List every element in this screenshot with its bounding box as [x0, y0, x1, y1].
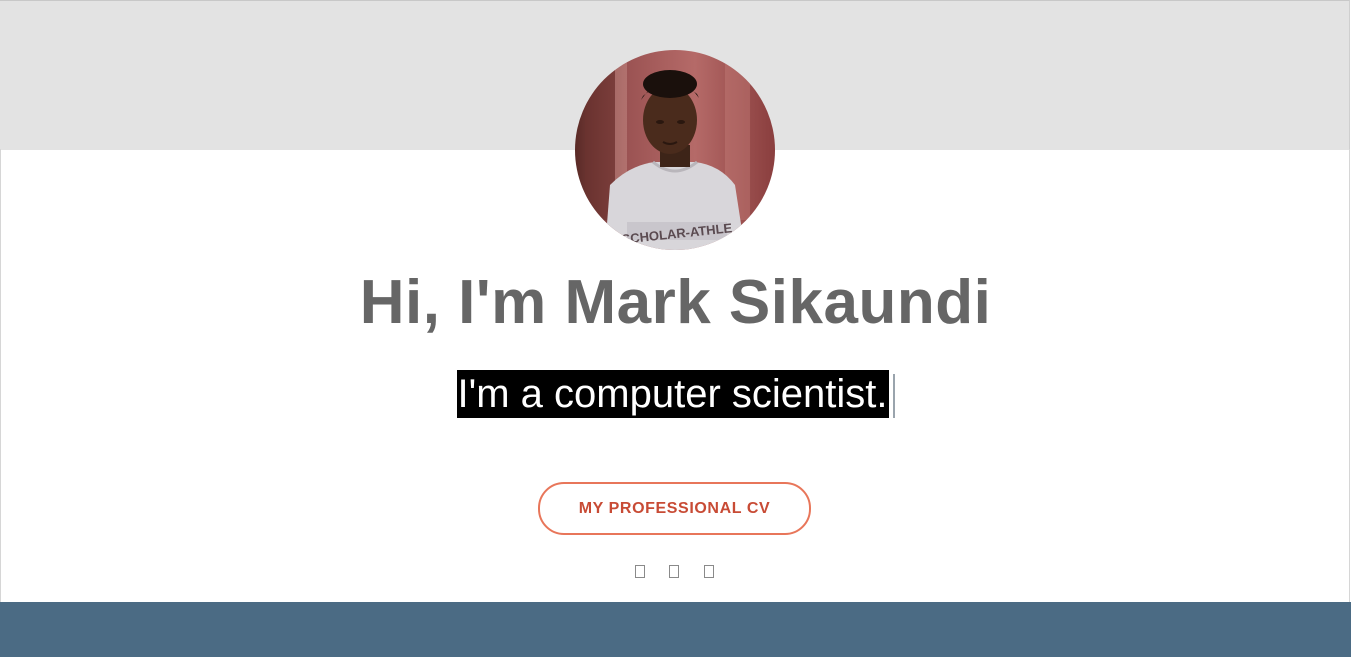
- hero-headline: Hi, I'm Mark Sikaundi: [359, 268, 992, 337]
- social-icon-1: [635, 564, 645, 578]
- social-icon-3: [704, 564, 714, 578]
- social-icon-2: [669, 564, 679, 578]
- social-link-1[interactable]: [630, 561, 650, 581]
- professional-cv-button[interactable]: MY PROFESSIONAL CV: [538, 482, 811, 535]
- social-links: [627, 561, 727, 581]
- social-link-3[interactable]: [699, 561, 719, 581]
- typed-tagline: I'm a computer scientist.: [456, 370, 889, 418]
- page: SCHOLAR-ATHLE Hi, I'm Mark Sikaundi I'm …: [0, 0, 1351, 657]
- social-link-2[interactable]: [664, 561, 684, 581]
- next-section-band: [0, 602, 1351, 657]
- typed-tagline-container: I'm a computer scientist.: [0, 370, 1351, 418]
- profile-avatar: SCHOLAR-ATHLE: [575, 50, 775, 250]
- typing-cursor: [892, 374, 895, 418]
- profile-photo: SCHOLAR-ATHLE: [575, 50, 775, 250]
